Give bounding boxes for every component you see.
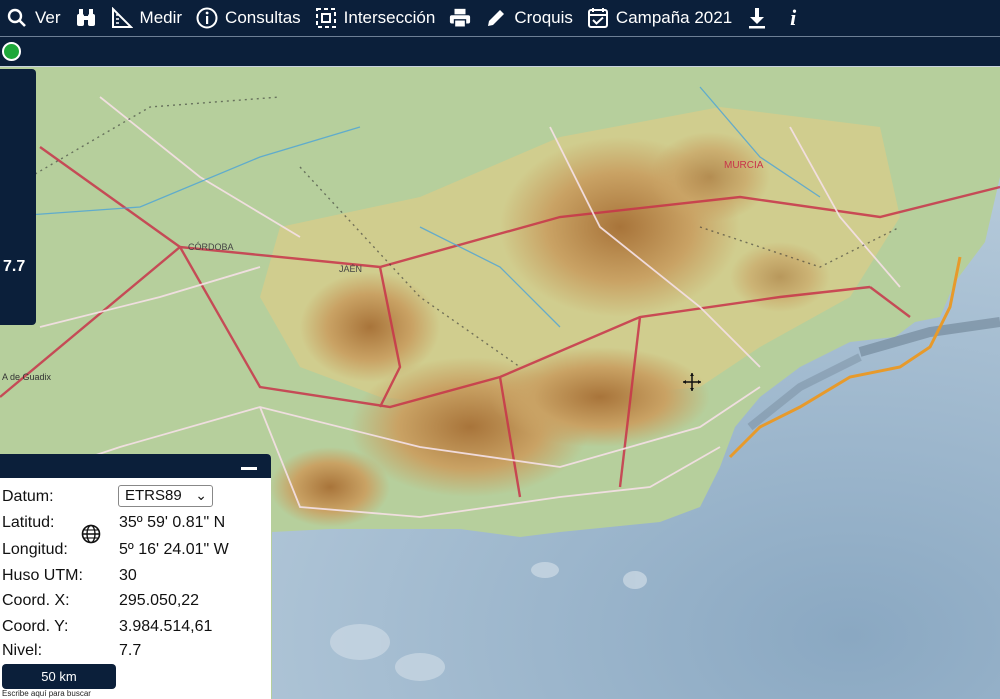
consultas-button[interactable]: Consultas [196, 0, 301, 37]
pencil-icon [485, 7, 507, 29]
campana-label: Campaña 2021 [615, 8, 733, 27]
ruler-icon [111, 7, 133, 29]
coord-x-value: 295.050,22 [119, 592, 200, 609]
croquis-label: Croquis [514, 8, 573, 27]
zoom-panel[interactable]: 7.7 [0, 69, 36, 325]
datum-select[interactable]: ETRS89 ⌄ [118, 485, 213, 507]
map-label-town: A de Guadix [2, 372, 52, 382]
crosshair-cursor-icon [683, 373, 701, 391]
nivel-value: 7.7 [119, 642, 142, 659]
binoculars-button[interactable] [75, 0, 97, 37]
intersection-icon [315, 7, 337, 29]
campana-button[interactable]: Campaña 2021 [587, 0, 732, 37]
interseccion-label: Intersección [343, 8, 436, 27]
huso-label: Huso UTM: [2, 567, 83, 584]
medir-label: Medir [139, 8, 183, 27]
longitude-value: 5º 16' 24.01" W [119, 541, 229, 558]
map-label-cordoba: CÓRDOBA [188, 242, 234, 252]
ver-button[interactable]: Ver [6, 0, 61, 37]
longitude-label: Longitud: [2, 541, 68, 558]
coord-y-value: 3.984.514,61 [119, 618, 213, 635]
datum-value: ETRS89 [125, 487, 182, 504]
status-bar [0, 37, 1000, 68]
italic-info-icon: i [790, 5, 797, 30]
download-icon [746, 7, 768, 29]
printer-icon [449, 7, 471, 29]
print-button[interactable] [449, 0, 471, 37]
scale-label: 50 km [41, 669, 77, 684]
scale-bar: 50 km [2, 664, 116, 689]
info-icon [196, 7, 218, 29]
search-hint: Escribe aquí para buscar [2, 689, 91, 698]
interseccion-button[interactable]: Intersección [315, 0, 436, 37]
chevron-down-icon: ⌄ [195, 487, 207, 503]
globe-icon[interactable] [81, 524, 101, 544]
calendar-check-icon [587, 7, 609, 29]
top-toolbar: Ver Medir Consultas Intersección Croquis [0, 0, 1000, 37]
latitude-value: 35º 59' 0.81" N [119, 514, 226, 531]
ver-label: Ver [35, 8, 61, 27]
consultas-label: Consultas [225, 8, 301, 27]
medir-button[interactable]: Medir [111, 0, 183, 37]
coord-x-label: Coord. X: [2, 592, 70, 609]
download-button[interactable] [746, 0, 768, 37]
datum-label: Datum: [2, 488, 54, 505]
binoculars-icon [75, 7, 97, 29]
zoom-level: 7.7 [3, 258, 26, 275]
status-indicator-icon [2, 42, 21, 61]
panel-header [0, 454, 271, 478]
minimize-icon[interactable] [241, 467, 257, 470]
map-label-murcia: MURCIA [724, 160, 764, 171]
nivel-label: Nivel: [2, 642, 43, 659]
coord-y-label: Coord. Y: [2, 618, 69, 635]
search-icon [6, 7, 28, 29]
latitude-label: Latitud: [2, 514, 55, 531]
huso-value: 30 [119, 567, 137, 584]
map-label-jaen: JAÉN [339, 264, 362, 274]
croquis-button[interactable]: Croquis [485, 0, 573, 37]
about-button[interactable]: i [782, 0, 804, 37]
